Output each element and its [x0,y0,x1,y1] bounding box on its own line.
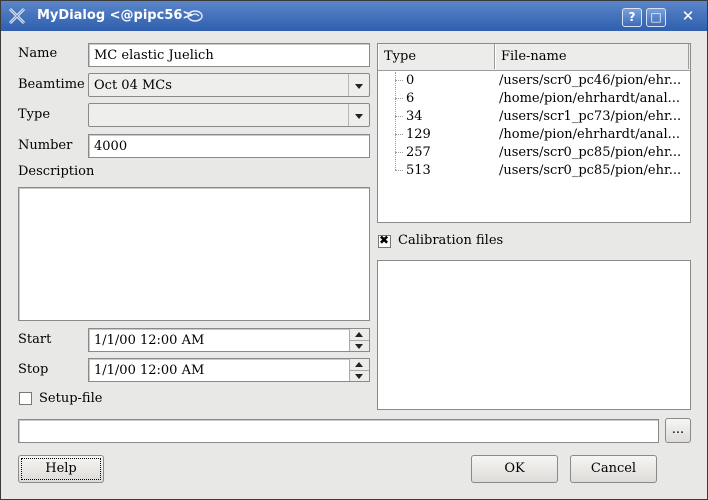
list-item[interactable]: 513 /users/scr0_pc85/pion/ehr... [378,162,688,180]
spin-up-icon[interactable] [350,359,369,371]
description-textarea[interactable] [18,187,370,321]
setup-file-checkbox[interactable] [19,392,32,405]
type-select[interactable] [88,103,370,127]
number-value: 4000 [94,139,128,154]
calibration-files-list[interactable] [377,260,691,410]
setup-file-path-input[interactable] [18,419,659,443]
number-label: Number [18,138,73,153]
calibration-files-checkbox[interactable] [378,233,391,248]
number-input[interactable]: 4000 [88,134,370,158]
window-title: MyDialog <@pipc56> [37,8,194,23]
help-button[interactable]: Help [18,455,104,483]
cancel-button[interactable]: Cancel [570,455,657,483]
chevron-down-icon[interactable] [348,74,369,96]
browse-button[interactable]: ... [665,418,691,443]
spin-down-icon[interactable] [350,371,369,382]
description-label: Description [18,164,95,179]
spin-up-icon[interactable] [350,329,369,341]
column-header-type[interactable]: Type [378,44,495,69]
start-datetime-input[interactable]: 1/1/00 12:00 AM [88,328,370,352]
close-button[interactable]: ✕ [679,8,697,25]
help-title-button[interactable]: ? [622,8,642,27]
beamtime-select[interactable]: Oct 04 MCs [88,73,370,97]
list-item[interactable]: 257 /users/scr0_pc85/pion/ehr... [378,144,688,162]
beamtime-value: Oct 04 MCs [94,78,172,93]
setup-file-label: Setup-file [39,391,103,406]
list-item[interactable]: 0 /users/scr0_pc46/pion/ehr... [378,72,688,90]
x-window-icon [8,7,26,25]
name-label: Name [18,46,58,61]
list-item[interactable]: 6 /home/pion/ehrhardt/anal... [378,90,688,108]
file-list[interactable]: Type File-name 0 /users/scr0_pc46/pion/e… [377,43,691,223]
start-spinner [349,329,369,351]
stop-label: Stop [18,362,49,377]
stop-datetime-input[interactable]: 1/1/00 12:00 AM [88,358,370,382]
swirl-icon [187,10,203,22]
beamtime-label: Beamtime [18,77,85,92]
file-list-header: Type File-name [378,44,690,71]
name-value: MC elastic Juelich [94,48,214,63]
stop-value: 1/1/00 12:00 AM [94,363,205,378]
ok-button[interactable]: OK [471,455,558,483]
calibration-files-label: Calibration files [398,233,504,248]
list-item[interactable]: 34 /users/scr1_pc73/pion/ehr... [378,108,688,126]
column-header-filename[interactable]: File-name [495,44,689,69]
start-value: 1/1/00 12:00 AM [94,333,205,348]
dialog-window: MyDialog <@pipc56> ? □ ✕ Name MC elastic… [0,0,708,500]
start-label: Start [18,332,52,347]
spin-down-icon[interactable] [350,341,369,352]
stop-spinner [349,359,369,381]
chevron-down-icon[interactable] [348,104,369,126]
title-bar[interactable]: MyDialog <@pipc56> ? □ ✕ [1,1,707,31]
list-item[interactable]: 129 /home/pion/ehrhardt/anal... [378,126,688,144]
type-label: Type [18,107,51,122]
name-input[interactable]: MC elastic Juelich [88,43,370,67]
maximize-button[interactable]: □ [646,8,666,27]
